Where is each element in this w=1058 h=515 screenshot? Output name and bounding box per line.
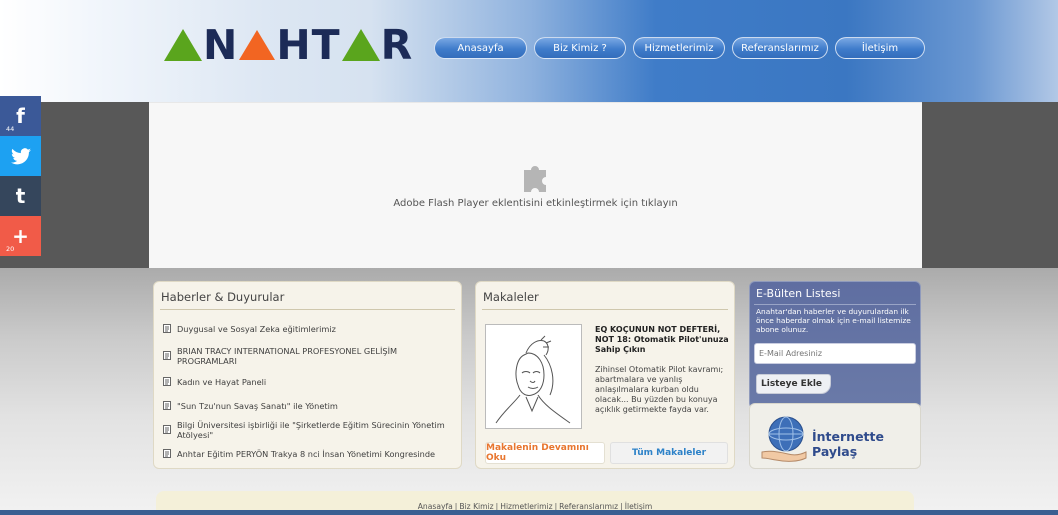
document-icon [163, 401, 171, 410]
document-icon [163, 324, 171, 333]
logo-triangle-green-2 [341, 29, 380, 61]
logo-letter-r: R [380, 20, 414, 69]
tumblr-share-button[interactable]: t [0, 176, 41, 216]
nav-hizmetlerimiz[interactable]: Hizmetlerimiz [633, 37, 725, 59]
newsletter-title: E-Bülten Listesi [756, 287, 841, 300]
nav-iletisim[interactable]: İletişim [835, 37, 925, 59]
twitter-bird-icon [10, 147, 31, 164]
nav-referanslarimiz[interactable]: Referanslarımız [732, 37, 828, 59]
facebook-count: 44 [6, 125, 15, 133]
addthis-share-button[interactable]: + 20 [0, 216, 41, 256]
plus-icon: + [12, 224, 29, 248]
plugin-puzzle-icon [524, 166, 546, 192]
news-item[interactable]: Bilgi Üniversitesi işbirliği ile "Şirket… [163, 420, 455, 440]
news-item[interactable]: "Sun Tzu'nun Savaş Sanatı" ile Yönetim [163, 401, 455, 411]
newsletter-divider [754, 304, 916, 305]
facebook-share-button[interactable]: f 44 [0, 96, 41, 136]
newsletter-box: E-Bülten Listesi Anahtar'dan haberler ve… [749, 281, 921, 409]
newsletter-text: Anahtar'dan haberler ve duyurulardan ilk… [756, 307, 911, 334]
logo[interactable]: N HT R [163, 24, 413, 66]
logo-letter-n: N [203, 20, 239, 69]
news-title: Haberler & Duyurular [161, 290, 285, 304]
news-panel: Haberler & Duyurular Duygusal ve Sosyal … [153, 281, 462, 469]
flash-placeholder[interactable]: Adobe Flash Player eklentisini etkinleşt… [149, 102, 922, 268]
tumblr-icon: t [15, 184, 26, 208]
email-input[interactable] [754, 343, 916, 364]
share-label: İnternette Paylaş [812, 429, 884, 459]
document-icon [163, 449, 171, 458]
document-icon [163, 377, 171, 386]
articles-title: Makaleler [483, 290, 539, 304]
all-articles-button[interactable]: Tüm Makaleler [610, 442, 728, 464]
facebook-icon: f [16, 104, 25, 128]
logo-triangle-orange [239, 30, 276, 60]
news-divider [160, 309, 455, 310]
news-item[interactable]: Anhtar Eğitim PERYÖN Trakya 8 nci İnsan … [163, 449, 455, 459]
article-excerpt: Zihinsel Otomatik Pilot kavramı; abartma… [595, 365, 724, 414]
twitter-share-button[interactable] [0, 136, 41, 176]
nav-anasayfa[interactable]: Anasayfa [434, 37, 527, 59]
document-icon [163, 351, 171, 360]
addthis-count: 20 [6, 245, 15, 253]
logo-letters-ht: HT [276, 20, 341, 69]
news-item-label: "Sun Tzu'nun Savaş Sanatı" ile Yönetim [177, 401, 338, 411]
document-icon [163, 425, 171, 434]
news-item[interactable]: Duygusal ve Sosyal Zeka eğitimlerimiz [163, 324, 455, 334]
news-item-label: Bilgi Üniversitesi işbirliği ile "Şirket… [177, 420, 445, 440]
nav-biz-kimiz[interactable]: Biz Kimiz ? [534, 37, 626, 59]
social-sidebar: f 44 t + 20 [0, 96, 41, 256]
logo-triangle-green [164, 29, 202, 61]
news-item[interactable]: BRIAN TRACY INTERNATIONAL PROFESYONEL GE… [163, 346, 455, 366]
news-item-label: Kadın ve Hayat Paneli [177, 377, 267, 387]
globe-hand-icon [761, 416, 807, 462]
news-item-label: Duygusal ve Sosyal Zeka eğitimlerimiz [177, 324, 336, 334]
news-item-label: BRIAN TRACY INTERNATIONAL PROFESYONEL GE… [177, 346, 398, 366]
header: N HT R Anasayfa Biz Kimiz ? Hizmetlerimi… [0, 0, 1058, 102]
flash-message: Adobe Flash Player eklentisini etkinleşt… [393, 198, 678, 209]
articles-divider [482, 309, 728, 310]
os-taskbar-edge [0, 510, 1058, 515]
news-item[interactable]: Kadın ve Hayat Paneli [163, 377, 455, 387]
article-illustration[interactable] [485, 324, 582, 429]
main-nav: Anasayfa Biz Kimiz ? Hizmetlerimiz Refer… [434, 37, 925, 59]
share-box[interactable]: İnternette Paylaş [749, 403, 921, 469]
articles-panel: Makaleler EQ KOÇUNUN NOT DEFTERİ, NOT 18… [475, 281, 735, 469]
subscribe-button[interactable]: Listeye Ekle [756, 374, 831, 394]
article-title[interactable]: EQ KOÇUNUN NOT DEFTERİ, NOT 18: Otomatik… [595, 325, 733, 355]
read-more-button[interactable]: Makalenin Devamını Oku [485, 442, 605, 464]
news-item-label: Anhtar Eğitim PERYÖN Trakya 8 nci İnsan … [177, 449, 436, 459]
thinking-man-sketch [495, 335, 571, 424]
